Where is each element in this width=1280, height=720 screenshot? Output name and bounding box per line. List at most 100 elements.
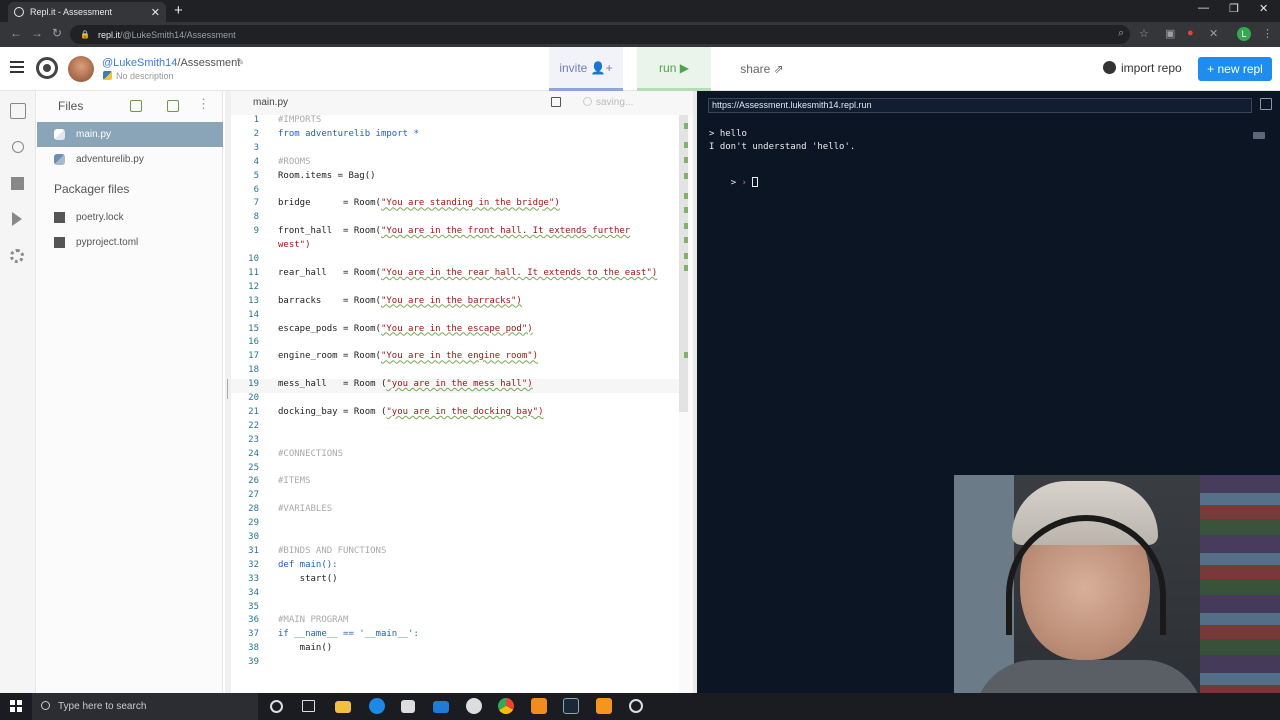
file-item-main-py[interactable]: main.py — [37, 122, 223, 147]
edit-pencil-icon[interactable]: ✎ — [236, 57, 244, 68]
code-line[interactable]: 9 front_hall = Room("You are in the front… — [231, 226, 679, 240]
obs-icon[interactable] — [629, 699, 643, 713]
format-code-icon[interactable] — [551, 97, 561, 107]
mail-icon[interactable] — [433, 701, 449, 713]
open-in-new-tab-icon[interactable] — [1260, 98, 1272, 110]
file-explorer-icon[interactable] — [335, 701, 351, 713]
repl-description[interactable]: No description — [103, 71, 174, 81]
task-view-icon[interactable] — [302, 700, 315, 712]
code-line[interactable]: 15 escape_pods = Room("You are in the esc… — [231, 324, 679, 338]
repl-owner-link[interactable]: @LukeSmith14 — [102, 57, 177, 69]
code-line[interactable]: 37 if __name__ == '__main__': — [231, 629, 679, 643]
clear-console-icon[interactable] — [1253, 132, 1265, 139]
code-line[interactable]: 16 — [231, 337, 679, 351]
import-repo-button[interactable]: import repo — [1103, 61, 1182, 75]
reload-icon[interactable]: ↻ — [52, 26, 62, 40]
steam-icon[interactable] — [563, 698, 579, 714]
store-icon[interactable] — [401, 700, 415, 713]
code-line[interactable]: 18 — [231, 365, 679, 379]
cortana-icon[interactable] — [270, 700, 283, 713]
taskbar-search[interactable]: Type here to search — [32, 693, 258, 720]
code-line[interactable]: 38 main() — [231, 643, 679, 657]
address-bar[interactable]: 🔒 repl.it/@LukeSmith14/Assessment — [70, 25, 1130, 44]
window-close-button[interactable]: ✕ — [1259, 2, 1268, 15]
tab-close-icon[interactable]: ✕ — [151, 6, 160, 19]
code-line[interactable]: 8 — [231, 212, 679, 226]
code-line[interactable]: 31 #BINDS AND FUNCTIONS — [231, 546, 679, 560]
origin-icon[interactable] — [531, 698, 547, 714]
code-line[interactable]: 28 #VARIABLES — [231, 504, 679, 518]
share-button[interactable]: share ⇗ — [725, 47, 799, 91]
code-line[interactable]: 20 — [231, 393, 679, 407]
code-line[interactable]: 1 #IMPORTS — [231, 115, 679, 129]
run-button[interactable]: run ▶ — [637, 47, 711, 91]
code-line[interactable]: 33 start() — [231, 574, 679, 588]
code-line[interactable]: 26 #ITEMS — [231, 476, 679, 490]
code-line[interactable]: 32 def main(): — [231, 560, 679, 574]
minimize-button[interactable]: — — [1198, 2, 1209, 14]
windows-start-icon[interactable] — [10, 700, 22, 712]
code-line[interactable]: 17 engine_room = Room("You are in the eng… — [231, 351, 679, 365]
repl-name[interactable]: Assessment — [180, 57, 240, 69]
sublime-text-icon[interactable] — [596, 698, 612, 714]
code-line[interactable]: 25 — [231, 463, 679, 477]
browser-menu-icon[interactable]: ⋮ — [1262, 27, 1273, 40]
code-editor[interactable]: 1 #IMPORTS 2 from adventurelib import * 3 4 #R… — [231, 115, 679, 693]
add-file-icon[interactable] — [130, 100, 142, 112]
maximize-button[interactable]: ❐ — [1229, 2, 1239, 15]
more-options-icon[interactable]: ⋮ — [197, 96, 210, 112]
code-line[interactable]: 29 — [231, 518, 679, 532]
code-line[interactable]: 13 barracks = Room("You are in the barrac… — [231, 296, 679, 310]
avatar[interactable] — [68, 56, 94, 82]
file-item-poetry-lock[interactable]: poetry.lock — [37, 205, 223, 230]
version-control-icon[interactable] — [12, 141, 24, 153]
debugger-icon[interactable] — [12, 212, 22, 226]
packages-icon[interactable] — [11, 177, 24, 190]
code-line[interactable]: 10 — [231, 254, 679, 268]
code-line[interactable]: 36 #MAIN PROGRAM — [231, 615, 679, 629]
invite-button[interactable]: invite 👤+ — [549, 47, 623, 91]
browser-tab[interactable]: Repl.it - Assessment ✕ — [8, 2, 166, 22]
code-line[interactable]: 6 — [231, 185, 679, 199]
file-item-adventurelib-py[interactable]: adventurelib.py — [37, 147, 223, 172]
code-line[interactable]: 19 mess_hall = Room ("you are in the mess… — [231, 379, 679, 394]
code-line[interactable]: 34 — [231, 588, 679, 602]
code-line[interactable]: 39 — [231, 657, 679, 671]
code-line[interactable]: 35 — [231, 602, 679, 616]
code-line[interactable]: 30 — [231, 532, 679, 546]
code-line[interactable]: west") — [231, 240, 679, 254]
code-line[interactable]: 5 Room.items = Bag() — [231, 171, 679, 185]
code-line[interactable]: 14 — [231, 310, 679, 324]
settings-gear-icon[interactable] — [10, 249, 24, 263]
bookmark-star-icon[interactable]: ☆ — [1139, 27, 1149, 40]
files-icon[interactable] — [10, 103, 26, 119]
code-line[interactable]: 22 — [231, 421, 679, 435]
back-icon[interactable]: ← — [10, 26, 22, 40]
editor-scrollbar[interactable] — [679, 115, 693, 693]
code-line[interactable]: 3 — [231, 143, 679, 157]
extension-red-icon[interactable]: ● — [1187, 27, 1194, 39]
file-item-pyproject-toml[interactable]: pyproject.toml — [37, 230, 223, 255]
new-repl-button[interactable]: + new repl — [1198, 57, 1272, 81]
hamburger-menu-icon[interactable] — [10, 61, 24, 76]
zoom-icon[interactable]: ⌕ — [1118, 27, 1124, 40]
code-line[interactable]: 7 bridge = Room("You are standing in the … — [231, 198, 679, 212]
code-line[interactable]: 23 — [231, 435, 679, 449]
code-line[interactable]: 4 #ROOMS — [231, 157, 679, 171]
add-folder-icon[interactable] — [167, 100, 179, 112]
extension-x-icon[interactable]: ✕ — [1209, 27, 1218, 40]
code-line[interactable]: 2 from adventurelib import * — [231, 129, 679, 143]
console-input-line[interactable]: > › — [709, 167, 759, 198]
new-tab-button[interactable]: + — [174, 2, 183, 19]
code-line[interactable]: 21 docking_bay = Room ("you are in the do… — [231, 407, 679, 421]
xbox-icon[interactable] — [466, 698, 482, 714]
code-line[interactable]: 11 rear_hall = Room("You are in the rear … — [231, 268, 679, 282]
edge-browser-icon[interactable] — [369, 698, 385, 714]
forward-icon[interactable]: → — [31, 26, 43, 40]
webview-url-field[interactable]: https://Assessment.lukesmith14.repl.run — [708, 98, 1252, 113]
editor-tab-main-py[interactable]: main.py — [253, 97, 288, 108]
code-line[interactable]: 24 #CONNECTIONS — [231, 449, 679, 463]
replit-logo[interactable] — [36, 57, 58, 79]
code-line[interactable]: 27 — [231, 490, 679, 504]
code-line[interactable]: 12 — [231, 282, 679, 296]
